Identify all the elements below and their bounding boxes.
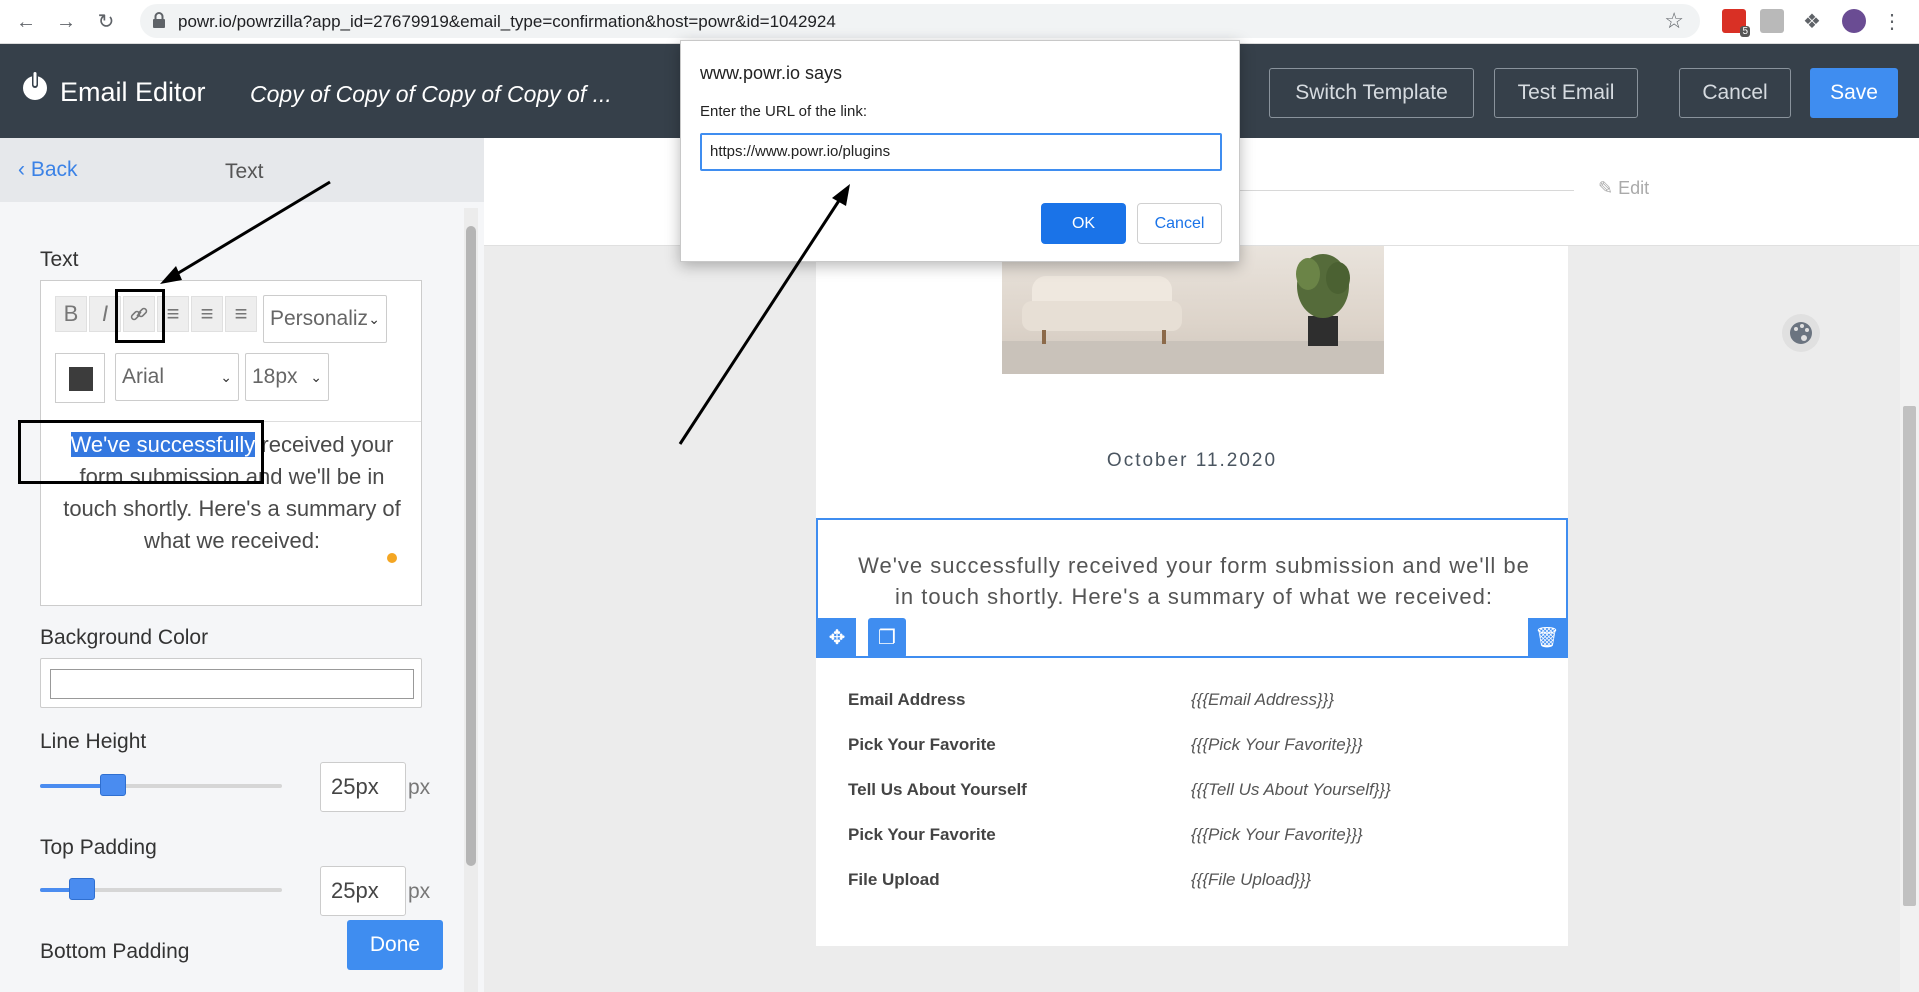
move-block-button[interactable]: ✥ [818,618,856,658]
lock-icon [153,12,165,28]
ok-button[interactable]: OK [1041,203,1126,244]
extension-badge: 5 [1740,26,1750,37]
font-family-value: Arial [122,365,165,388]
row-label-pick-favorite: Pick Your Favorite [848,735,996,754]
top-padding-slider-thumb[interactable] [69,878,95,900]
line-height-unit: px [408,776,431,799]
row-value-file-upload: {{{File Upload}}} [1191,870,1312,889]
chevron-down-icon: ⌄ [220,369,232,385]
panel-header: ‹ Back Text [0,138,484,202]
line-height-slider[interactable] [40,774,282,796]
menu-kebab-icon[interactable]: ⋮ [1880,9,1904,33]
text-section-label: Text [40,248,79,271]
app-title: Email Editor [60,77,206,107]
done-button[interactable]: Done [347,920,443,970]
background-color-label: Background Color [40,626,209,649]
palette-icon [1790,322,1812,344]
test-email-button[interactable]: Test Email [1494,68,1638,118]
panel-scrollbar-thumb[interactable] [466,226,476,866]
top-padding-label: Top Padding [40,836,157,859]
email-date: October 11.2020 [1106,450,1278,471]
extension-calendar-icon[interactable]: 5 [1722,9,1750,37]
chevron-left-icon: ‹ [18,158,25,181]
powr-logo-icon [23,72,47,100]
switch-template-button[interactable]: Switch Template [1269,68,1474,118]
url-text: powr.io/powrzilla?app_id=27679919&email_… [178,12,836,31]
extension-user-icon[interactable] [1760,9,1784,33]
canvas-scrollbar-thumb[interactable] [1903,406,1916,906]
dialog-title: www.powr.io says [700,63,843,83]
line-height-label: Line Height [40,730,147,753]
email-preview-canvas: ✎ Edit October 11.2020 We've successfull… [484,138,1919,992]
align-right-button[interactable]: ≡ [225,296,257,332]
cancel-button[interactable]: Cancel [1679,68,1791,118]
back-label: Back [30,158,78,181]
selected-text-block[interactable]: We've successfully received your form su… [816,518,1568,658]
save-button[interactable]: Save [1810,68,1898,118]
back-link[interactable]: ‹ Back [18,158,78,182]
browser-toolbar: ← → ↻ powr.io/powrzilla?app_id=27679919&… [0,0,1919,44]
bottom-padding-label: Bottom Padding [40,940,190,963]
row-value-tell-us: {{{Tell Us About Yourself}}} [1191,780,1391,799]
back-arrow-icon[interactable]: ← [14,10,38,34]
row-label-file-upload: File Upload [848,870,940,889]
annotation-box-link-button [115,289,165,343]
font-size-select[interactable]: 18px ⌄ [245,353,329,401]
font-family-select[interactable]: Arial ⌄ [115,353,239,401]
line-height-slider-thumb[interactable] [100,774,126,796]
row-label-email-address: Email Address [848,690,966,709]
top-padding-input[interactable]: 25px [320,866,406,916]
bold-button[interactable]: B [55,296,87,332]
duplicate-block-button[interactable]: ❐ [868,618,906,658]
extensions-puzzle-icon[interactable]: ❖ [1800,9,1824,33]
text-color-swatch[interactable] [55,353,105,403]
chevron-down-icon: ⌄ [310,369,322,385]
top-padding-slider[interactable] [40,878,282,900]
annotation-box-selected-text [18,420,264,484]
row-value-pick-favorite: {{{Pick Your Favorite}}} [1191,735,1363,754]
edit-label: Edit [1618,178,1650,198]
top-padding-unit: px [408,880,431,903]
align-left-icon: ≡ [166,301,180,326]
trash-icon: 🗑 [1534,627,1560,649]
block-text[interactable]: We've successfully received your form su… [848,550,1540,612]
align-right-icon: ≡ [234,301,248,326]
profile-avatar[interactable] [1842,9,1866,33]
status-dot [387,553,397,563]
chevron-down-icon: ⌄ [368,311,380,327]
edit-link[interactable]: ✎ Edit [1598,178,1649,199]
pencil-icon: ✎ [1598,178,1614,198]
url-input[interactable]: https://www.powr.io/plugins [700,133,1222,171]
panel-title: Text [225,160,264,183]
theme-palette-button[interactable] [1782,314,1820,352]
canvas-scrollbar[interactable] [1900,246,1919,992]
background-color-input[interactable] [40,658,422,708]
sofa-plant-illustration [1002,254,1384,374]
document-title[interactable]: Copy of Copy of Copy of Copy of ... [250,81,612,108]
move-arrows-icon: ✥ [828,627,846,649]
align-center-icon: ≡ [200,301,214,326]
row-label-tell-us: Tell Us About Yourself [848,780,1027,799]
copy-icon: ❐ [878,627,896,649]
bookmark-star-icon[interactable]: ☆ [1664,8,1684,34]
delete-block-button[interactable]: 🗑 [1528,618,1566,658]
hero-image[interactable] [1002,246,1384,374]
row-label-pick-favorite-2: Pick Your Favorite [848,825,996,844]
forward-arrow-icon[interactable]: → [54,10,78,34]
dialog-cancel-button[interactable]: Cancel [1137,203,1222,244]
personalize-value: Personaliz [270,307,369,330]
row-value-email-address: {{{Email Address}}} [1191,690,1335,709]
font-size-value: 18px [252,365,298,388]
email-body: October 11.2020 We've successfully recei… [816,246,1568,946]
url-prompt-dialog: www.powr.io says Enter the URL of the li… [680,40,1240,262]
address-bar[interactable]: powr.io/powrzilla?app_id=27679919&email_… [140,4,1700,38]
reload-icon[interactable]: ↻ [94,10,118,34]
dialog-message: Enter the URL of the link: [700,103,868,120]
personalize-select[interactable]: Personaliz ⌄ [263,295,387,343]
settings-panel: ‹ Back Text Text B I ≡ ≡ ≡ Personaliz ⌄ … [0,138,484,992]
panel-scrollbar[interactable] [464,208,478,992]
line-height-input[interactable]: 25px [320,762,406,812]
row-value-pick-favorite-2: {{{Pick Your Favorite}}} [1191,825,1363,844]
align-center-button[interactable]: ≡ [191,296,223,332]
